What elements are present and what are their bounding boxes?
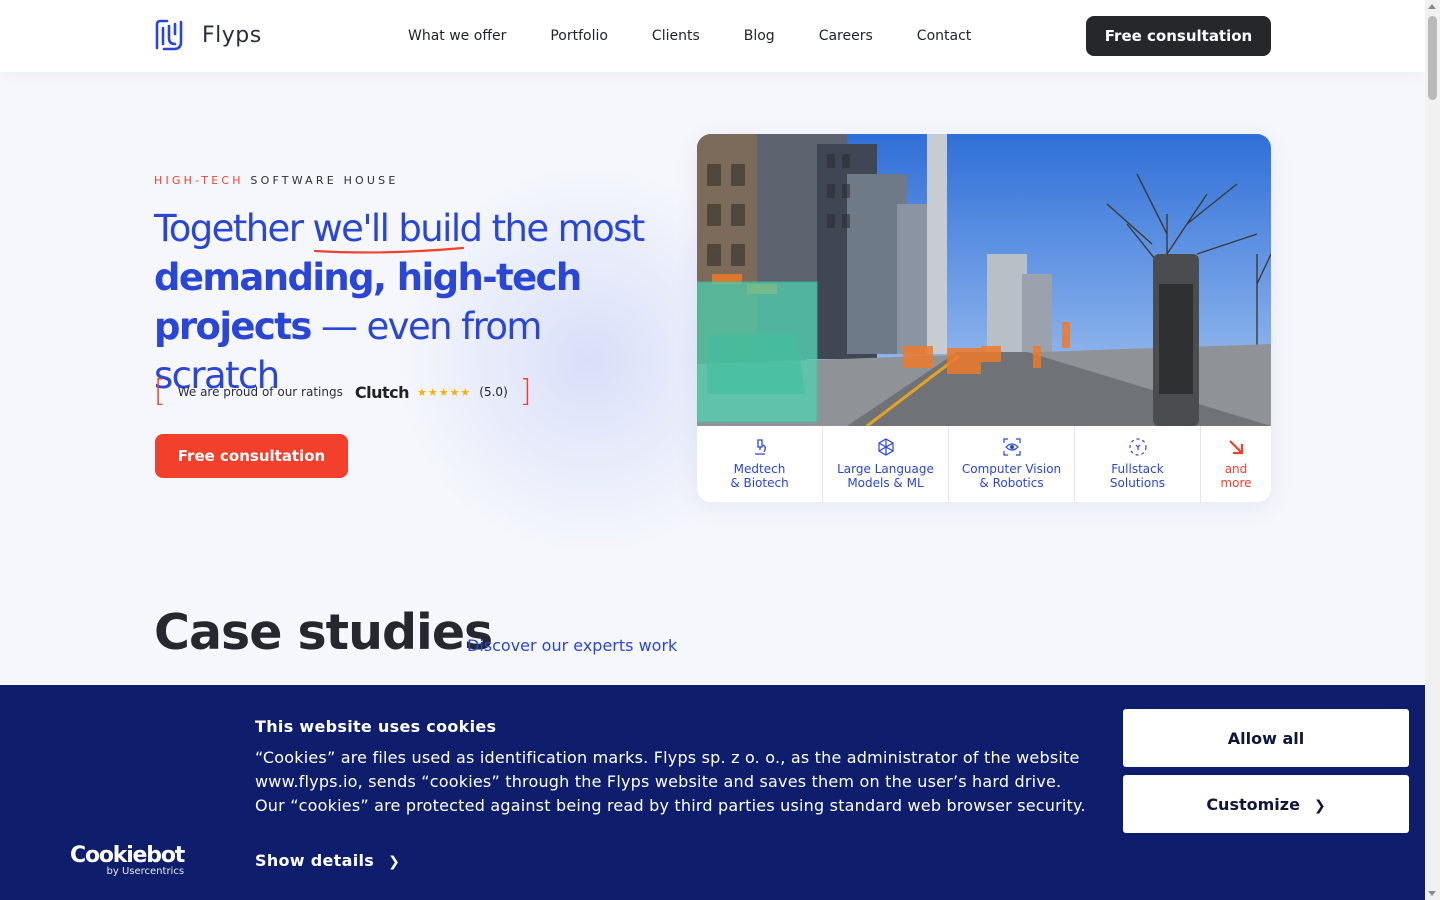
scroll-thumb[interactable] [1428, 16, 1437, 100]
header-free-consultation-button[interactable]: Free consultation [1086, 16, 1271, 56]
services-row: Medtech & Biotech Large Language Models … [697, 426, 1271, 502]
site-header: Flyps What we offer Portfolio Clients Bl… [0, 0, 1425, 72]
nav-careers[interactable]: Careers [797, 26, 895, 46]
service-fullstack-label: Fullstack Solutions [1109, 462, 1166, 490]
page-scrollbar[interactable] [1425, 0, 1440, 900]
service-and-more[interactable]: and more [1200, 426, 1271, 502]
nav-what-we-offer[interactable]: What we offer [386, 26, 528, 46]
headline-underlined: we'll build [312, 204, 484, 254]
customize-label: Customize [1206, 794, 1300, 814]
nav-clients[interactable]: Clients [630, 26, 722, 46]
main-nav: What we offer Portfolio Clients Blog Car… [386, 26, 993, 46]
microscope-icon [751, 436, 769, 458]
scroll-up-arrow-icon[interactable] [1428, 4, 1436, 9]
service-fullstack[interactable]: Fullstack Solutions [1074, 426, 1200, 502]
rating-score: (5.0) [479, 385, 508, 399]
hero-eyebrow: HIGH-TECH SOFTWARE HOUSE [154, 174, 399, 187]
bracket-left-icon: [ [154, 374, 166, 409]
show-details-label: Show details [255, 851, 375, 870]
discover-experts-link[interactable]: Discover our experts work [467, 636, 677, 655]
ratings-strip: [ We are proud of our ratings Clutch ★★★… [154, 376, 531, 408]
flyps-logo[interactable]: Flyps [154, 18, 262, 52]
service-llm[interactable]: Large Language Models & ML [822, 426, 948, 502]
ratings-intro: We are proud of our ratings [177, 385, 343, 399]
headline-underlined-text: we'll build [312, 207, 484, 250]
cube-network-icon [876, 436, 896, 458]
hero-free-consultation-button[interactable]: Free consultation [155, 434, 348, 478]
service-medtech[interactable]: Medtech & Biotech [697, 426, 822, 502]
logo-wordmark: Flyps [202, 22, 262, 48]
service-computer-vision-label: Computer Vision & Robotics [961, 462, 1062, 490]
service-medtech-label: Medtech & Biotech [730, 462, 789, 490]
cookiebot-logo: Cookiebot by Usercentrics [70, 843, 185, 877]
service-and-more-label: and more [1220, 462, 1252, 490]
eye-scan-icon [1002, 436, 1022, 458]
street-scene-image [697, 134, 1271, 426]
allow-all-button[interactable]: Allow all [1123, 709, 1409, 767]
customize-chevron-right-icon: ❯ [1313, 797, 1326, 814]
cookie-banner: Cookiebot by Usercentrics This website u… [0, 685, 1425, 900]
headline-part1: Together [154, 207, 313, 250]
service-llm-label: Large Language Models & ML [837, 462, 934, 490]
eyebrow-rest: SOFTWARE HOUSE [250, 174, 399, 187]
case-studies-title: Case studies [154, 604, 493, 661]
arrow-down-right-icon [1227, 436, 1245, 458]
customize-button[interactable]: Customize ❯ [1123, 775, 1409, 833]
eyebrow-accent: HIGH-TECH [154, 174, 244, 187]
rating-stars-icon: ★★★★★ [416, 385, 472, 399]
headline-bold-line2: projects [154, 305, 312, 348]
flyps-logo-icon [155, 19, 183, 51]
chevron-right-icon: ❯ [388, 854, 401, 870]
hero-headline: Together we'll build the most demanding,… [154, 204, 674, 400]
cookie-body: “Cookies” are files used as identificati… [255, 748, 1086, 815]
code-frame-icon [1128, 436, 1148, 458]
headline-bold-line1: demanding, high-tech [154, 256, 582, 299]
nav-blog[interactable]: Blog [722, 26, 797, 46]
service-computer-vision[interactable]: Computer Vision & Robotics [948, 426, 1074, 502]
red-underline-stroke [313, 246, 464, 254]
hero-media-card: Medtech & Biotech Large Language Models … [697, 134, 1271, 502]
bracket-right-icon: ] [519, 374, 532, 409]
clutch-logo[interactable]: Clutch [355, 383, 410, 402]
nav-contact[interactable]: Contact [895, 26, 993, 46]
nav-portfolio[interactable]: Portfolio [528, 26, 630, 46]
cookie-title: This website uses cookies [255, 717, 497, 736]
cookiebot-logo-sub: by Usercentrics [106, 866, 185, 877]
show-details-link[interactable]: Show details ❯ [255, 851, 400, 870]
scroll-down-arrow-icon[interactable] [1428, 891, 1436, 896]
cookiebot-logo-main: Cookiebot [70, 843, 185, 868]
headline-part2: the most [481, 207, 646, 250]
